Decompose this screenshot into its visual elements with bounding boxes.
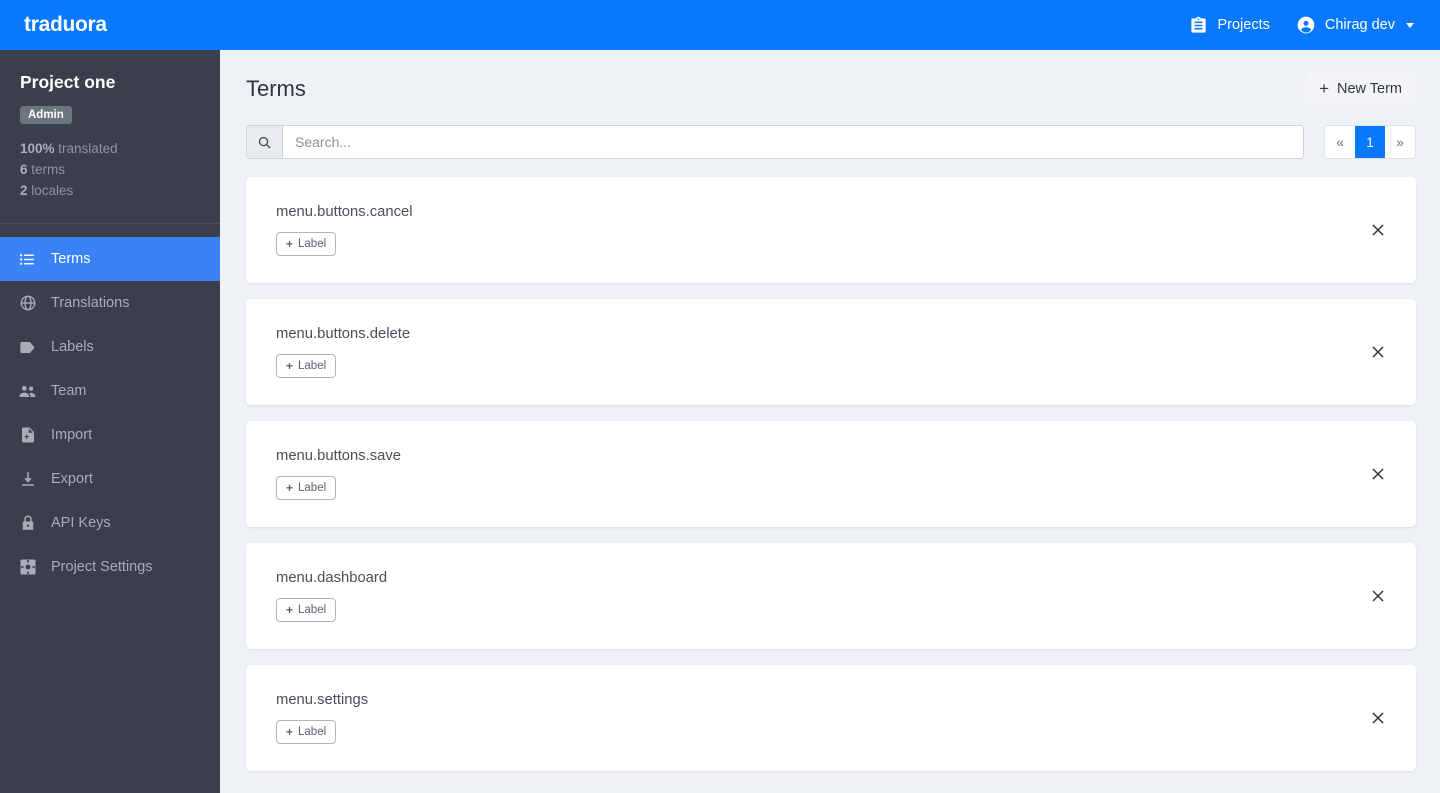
table-row[interactable]: menu.dashboard + Label	[246, 543, 1416, 649]
app-logo[interactable]: traduora	[24, 13, 107, 37]
add-label-button[interactable]: + Label	[276, 232, 337, 256]
term-name: menu.settings	[276, 692, 369, 708]
file-add-icon	[18, 426, 37, 444]
pagination: « 1 »	[1324, 125, 1416, 159]
add-label-text: Label	[298, 482, 327, 494]
pagination-next[interactable]: »	[1385, 126, 1415, 158]
add-label-button[interactable]: + Label	[276, 598, 337, 622]
pagination-page-1[interactable]: 1	[1355, 126, 1385, 158]
sidebar-project-title: Project one	[20, 72, 116, 92]
close-icon[interactable]	[1368, 464, 1388, 484]
nav-user-menu[interactable]: Chirag dev	[1296, 15, 1414, 35]
sidebar-item-import[interactable]: Import	[0, 413, 220, 457]
search-icon	[247, 126, 283, 158]
table-row[interactable]: menu.settings + Label	[246, 665, 1416, 771]
sidebar-item-translations[interactable]: Translations	[0, 281, 220, 325]
sidebar-divider	[0, 223, 220, 224]
close-icon[interactable]	[1368, 708, 1388, 728]
sidebar-item-api-keys[interactable]: API Keys	[0, 501, 220, 545]
term-name: menu.buttons.save	[276, 448, 402, 464]
sidebar-item-team[interactable]: Team	[0, 369, 220, 413]
term-name: menu.buttons.delete	[276, 326, 411, 342]
lock-icon	[18, 514, 37, 532]
account-circle-icon	[1296, 15, 1316, 35]
sidebar-item-label: Terms	[51, 251, 91, 267]
sidebar-item-project-settings[interactable]: Project Settings	[0, 545, 220, 589]
top-navbar: traduora Projects Chirag dev	[0, 0, 1440, 50]
stat-terms-label: terms	[31, 162, 66, 177]
term-name: menu.buttons.cancel	[276, 204, 413, 220]
people-icon	[18, 382, 37, 401]
new-term-label: New Term	[1337, 80, 1402, 97]
stat-locales: 2 locales	[20, 180, 200, 201]
sidebar-item-label: Team	[51, 383, 87, 399]
sidebar-item-export[interactable]: Export	[0, 457, 220, 501]
stat-locales-value: 2	[20, 183, 28, 198]
table-row[interactable]: menu.buttons.cancel + Label	[246, 177, 1416, 283]
new-term-button[interactable]: + New Term	[1305, 72, 1416, 105]
nav-user-label: Chirag dev	[1324, 17, 1395, 33]
role-badge: Admin	[20, 106, 72, 124]
search-input[interactable]	[283, 126, 1303, 158]
close-icon[interactable]	[1368, 220, 1388, 240]
terms-list: menu.buttons.cancel + Label menu.buttons…	[246, 177, 1416, 771]
add-label-text: Label	[298, 726, 327, 738]
add-label-text: Label	[298, 238, 327, 250]
plus-icon: +	[286, 237, 294, 251]
stat-translated-label: translated	[58, 141, 118, 156]
add-label-button[interactable]: + Label	[276, 476, 337, 500]
stat-locales-label: locales	[31, 183, 74, 198]
page-title: Terms	[246, 75, 306, 101]
list-icon	[18, 251, 37, 268]
add-label-button[interactable]: + Label	[276, 354, 337, 378]
caret-down-icon	[1406, 22, 1414, 28]
search-group	[246, 125, 1304, 159]
plus-icon: +	[286, 359, 294, 373]
sidebar-item-label: Import	[51, 427, 93, 443]
plus-icon: +	[286, 603, 294, 617]
nav-projects-link[interactable]: Projects	[1189, 16, 1270, 35]
sidebar-project-summary: Project one Admin 100% translated 6 term…	[0, 50, 220, 217]
nav-projects-label: Projects	[1217, 17, 1270, 33]
stat-translated: 100% translated	[20, 138, 200, 159]
clipboard-icon	[1189, 16, 1208, 35]
download-icon	[18, 470, 37, 488]
plus-icon: +	[286, 725, 294, 739]
tag-icon	[18, 338, 37, 357]
sidebar: Project one Admin 100% translated 6 term…	[0, 50, 220, 793]
sidebar-item-label: Translations	[51, 295, 130, 311]
stat-terms: 6 terms	[20, 159, 200, 180]
add-label-text: Label	[298, 604, 327, 616]
sidebar-item-label: Labels	[51, 339, 94, 355]
sidebar-menu: Terms Translations Labels Team Import Ex…	[0, 237, 220, 589]
gear-icon	[18, 558, 37, 576]
pagination-prev[interactable]: «	[1325, 126, 1355, 158]
add-label-text: Label	[298, 360, 327, 372]
toolbar: « 1 »	[246, 125, 1416, 159]
content-header: Terms + New Term	[220, 50, 1440, 105]
sidebar-item-label: Project Settings	[51, 559, 153, 575]
table-row[interactable]: menu.buttons.save + Label	[246, 421, 1416, 527]
navbar-right-group: Projects Chirag dev	[1189, 15, 1414, 35]
stat-translated-value: 100%	[20, 141, 55, 156]
close-icon[interactable]	[1368, 342, 1388, 362]
sidebar-item-label: API Keys	[51, 515, 111, 531]
sidebar-item-label: Export	[51, 471, 93, 487]
main-content: Terms + New Term « 1 » menu.buttons.canc…	[220, 50, 1440, 793]
plus-icon: +	[286, 481, 294, 495]
plus-icon: +	[1319, 79, 1329, 98]
globe-icon	[18, 294, 37, 312]
stat-terms-value: 6	[20, 162, 28, 177]
sidebar-item-terms[interactable]: Terms	[0, 237, 220, 281]
table-row[interactable]: menu.buttons.delete + Label	[246, 299, 1416, 405]
term-name: menu.dashboard	[276, 570, 388, 586]
sidebar-item-labels[interactable]: Labels	[0, 325, 220, 369]
close-icon[interactable]	[1368, 586, 1388, 606]
add-label-button[interactable]: + Label	[276, 720, 337, 744]
